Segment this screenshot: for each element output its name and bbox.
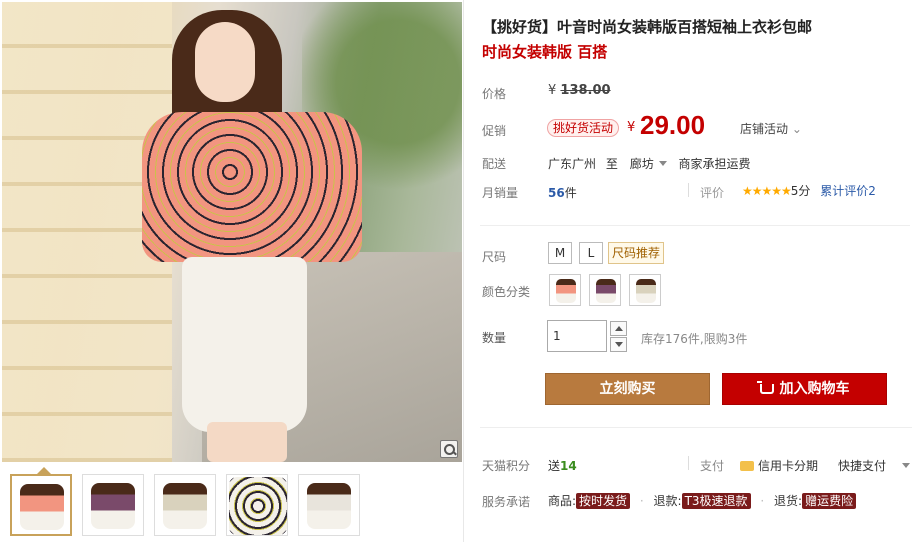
size-option-l[interactable]: L xyxy=(579,242,603,264)
size-guide-button[interactable]: 尺码推荐 xyxy=(608,242,665,264)
shipping-fee: 商家承担运费 xyxy=(678,157,751,171)
model-face xyxy=(195,22,255,102)
points-info: 送14 xyxy=(548,457,577,474)
shipping-destination: 廊坊 xyxy=(629,157,654,171)
monthly-sales-label: 月销量 xyxy=(482,186,519,200)
buy-now-button[interactable]: 立刻购买 xyxy=(545,373,710,405)
color-swatch-3[interactable] xyxy=(629,274,661,306)
column-divider xyxy=(463,0,464,542)
color-label: 颜色分类 xyxy=(482,285,531,299)
rating-score: 5分 xyxy=(790,184,811,198)
original-price-value: 138.00 xyxy=(560,83,611,98)
chevron-down-icon: ⌄ xyxy=(791,122,802,136)
product-title: 【挑好货】叶音时尚女装韩版百搭短袖上衣衫包邮 xyxy=(482,18,813,36)
service-item-3-prefix: 退货: xyxy=(774,494,803,508)
add-to-cart-button[interactable]: 加入购物车 xyxy=(722,373,887,405)
return-insurance-badge[interactable]: 赠运费险 xyxy=(802,493,857,509)
thumbnail-4[interactable] xyxy=(226,474,288,536)
service-item-2-prefix: 退款: xyxy=(653,494,682,508)
thumbnail-active-indicator xyxy=(37,467,51,474)
points-separator xyxy=(688,456,689,470)
color-swatch-2[interactable] xyxy=(589,274,621,306)
thumbnail-2[interactable] xyxy=(82,474,144,536)
on-time-delivery-badge[interactable]: 按时发货 xyxy=(576,493,631,509)
service-dot-1: · xyxy=(639,494,644,508)
quantity-label: 数量 xyxy=(482,331,507,345)
service-item-1-prefix: 商品: xyxy=(548,494,577,508)
caret-down-icon xyxy=(658,161,667,166)
price-label: 价格 xyxy=(482,87,507,101)
shipping-destination-select[interactable]: 廊坊 xyxy=(630,157,667,171)
quick-pay[interactable]: 快捷支付 xyxy=(838,457,910,474)
monthly-sales-unit: 件 xyxy=(564,186,577,200)
credit-installment[interactable]: 信用卡分期 xyxy=(740,457,818,474)
points-label: 天猫积分 xyxy=(482,459,531,473)
thumbnail-3[interactable] xyxy=(154,474,216,536)
model-patterned-top xyxy=(142,112,362,262)
sales-separator xyxy=(688,183,689,197)
shipping-from: 广东广州 xyxy=(548,157,597,171)
current-price: 29.00 xyxy=(640,110,706,140)
quantity-decrease-button[interactable] xyxy=(610,337,627,352)
caret-down-icon xyxy=(901,463,910,468)
original-price: ¥ 138.00 xyxy=(548,83,611,98)
service-promises: 商品: 按时发货 · 退款: T3极速退款 · 退货: 赠运费险 xyxy=(548,492,857,509)
current-price-currency: ¥ xyxy=(627,120,636,135)
thumbnail-strip xyxy=(10,474,360,536)
add-to-cart-label: 加入购物车 xyxy=(779,381,850,397)
section-divider-2 xyxy=(480,427,912,428)
credit-card-icon xyxy=(740,461,754,471)
model-legs xyxy=(207,422,287,462)
promo-activity-badge: 挑好货活动 xyxy=(547,119,620,137)
payment-label: 支付 xyxy=(700,459,725,473)
color-swatch-1[interactable] xyxy=(549,274,581,306)
points-amount: 14 xyxy=(560,459,577,473)
size-label: 尺码 xyxy=(482,250,507,264)
main-product-photo[interactable] xyxy=(2,2,462,462)
fast-refund-badge[interactable]: T3极速退款 xyxy=(681,493,751,509)
credit-installment-label: 信用卡分期 xyxy=(758,459,819,473)
monthly-sales-count: 56 xyxy=(548,186,565,200)
shipping-label: 配送 xyxy=(482,157,507,171)
review-count-link[interactable]: 累计评价2 xyxy=(820,184,876,198)
section-divider-1 xyxy=(480,225,910,226)
shop-activity-dropdown[interactable]: 店铺活动 ⌄ xyxy=(740,120,802,137)
shop-activity-label: 店铺活动 xyxy=(740,122,789,136)
shipping-to-word: 至 xyxy=(605,157,618,171)
thumbnail-5[interactable] xyxy=(298,474,360,536)
shipping-info: 广东广州 至 廊坊 商家承担运费 xyxy=(548,155,751,172)
promo-label: 促销 xyxy=(482,124,507,138)
quantity-increase-button[interactable] xyxy=(610,321,627,336)
quantity-input[interactable]: 1 xyxy=(547,320,607,352)
rating-stars-icon: ★★★★★ xyxy=(742,184,792,198)
original-price-currency: ¥ xyxy=(548,83,557,98)
review-label: 评价 xyxy=(700,186,725,200)
points-give: 送 xyxy=(548,459,561,473)
monthly-sales: 56件 xyxy=(548,184,577,201)
quick-pay-label: 快捷支付 xyxy=(838,459,887,473)
thumbnail-1[interactable] xyxy=(10,474,72,536)
stock-info: 库存176件,限购3件 xyxy=(641,332,748,346)
rating: ★★★★★5分 累计评价2 xyxy=(742,182,876,199)
cart-icon xyxy=(756,381,774,394)
model-white-skirt xyxy=(182,257,307,432)
product-subtitle: 时尚女装韩版 百搭 xyxy=(482,43,608,61)
magnifier-icon[interactable] xyxy=(440,440,458,458)
service-label: 服务承诺 xyxy=(482,495,531,509)
service-dot-2: · xyxy=(760,494,765,508)
size-option-m[interactable]: M xyxy=(548,242,572,264)
